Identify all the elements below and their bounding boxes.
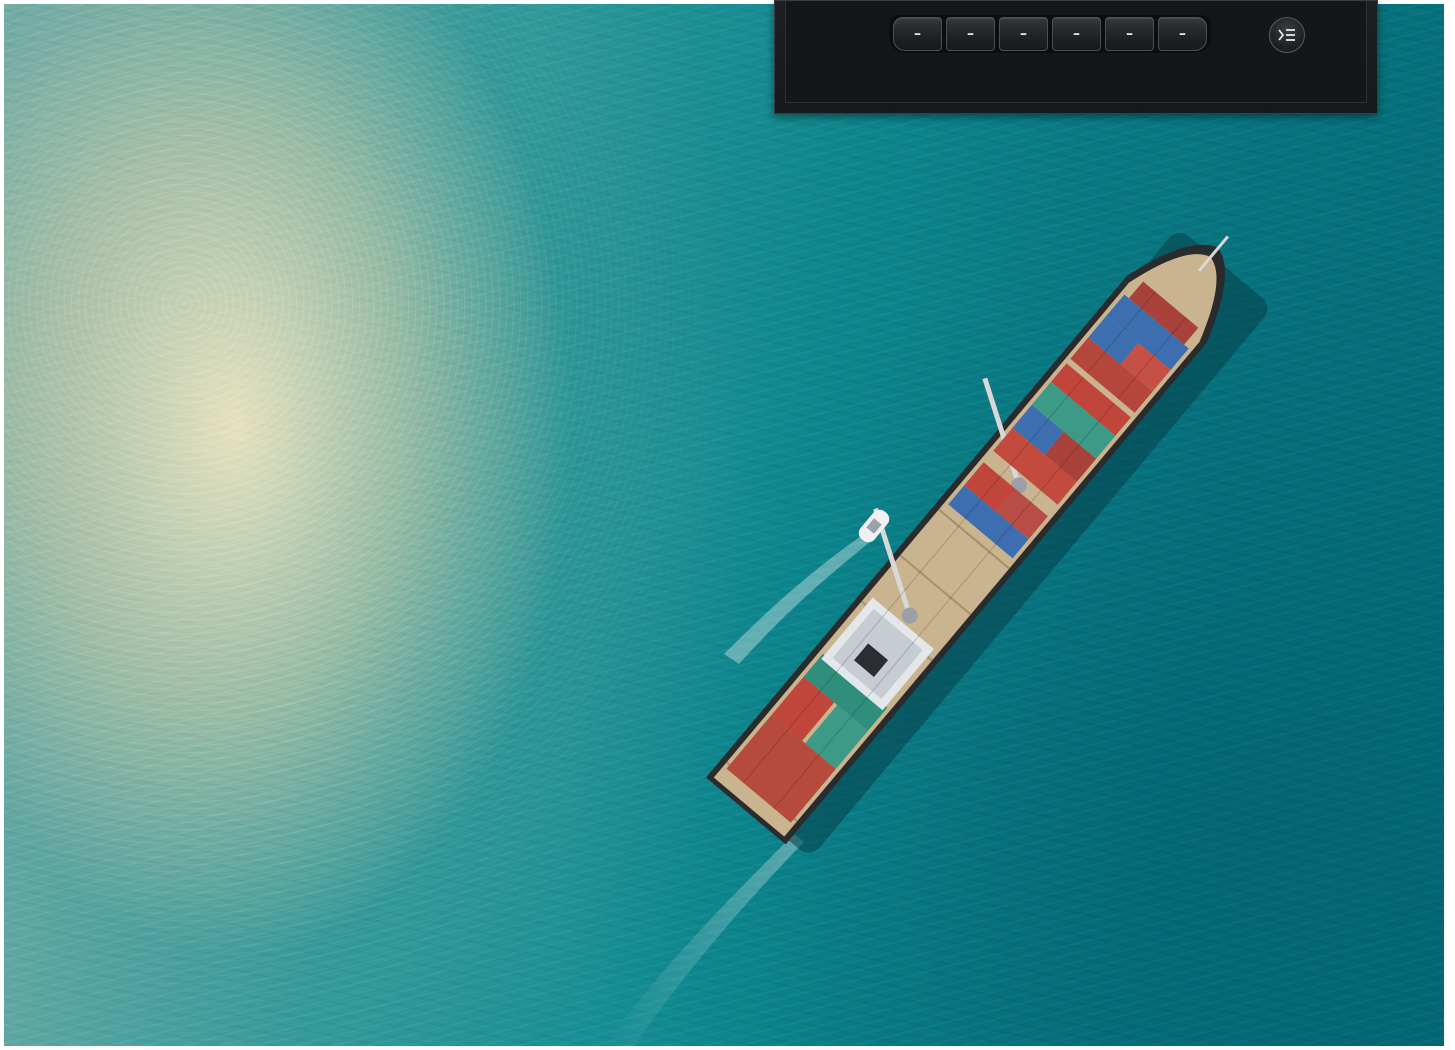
softkey-1[interactable]: –: [893, 17, 942, 51]
softkey-4[interactable]: –: [1052, 17, 1101, 51]
control-panel: – – – – – –: [774, 0, 1378, 114]
menu-list-icon: [1278, 29, 1295, 41]
softkey-5-label: –: [1126, 26, 1133, 42]
ship-wake: [604, 834, 804, 1046]
menu-button[interactable]: [1269, 17, 1305, 53]
softkey-2-label: –: [967, 26, 974, 42]
softkey-3[interactable]: –: [999, 17, 1048, 51]
softkey-3-label: –: [1020, 26, 1027, 42]
softkey-2[interactable]: –: [946, 17, 995, 51]
softkey-1-label: –: [914, 26, 921, 42]
softkey-5[interactable]: –: [1105, 17, 1154, 51]
softkey-6[interactable]: –: [1158, 17, 1207, 51]
softkey-4-label: –: [1073, 26, 1080, 42]
ship-body: [705, 233, 1268, 853]
cargo-ship-photo: [604, 233, 1268, 1046]
softkey-6-label: –: [1179, 26, 1186, 42]
photo-frame: [4, 4, 1444, 1046]
softkey-row: – – – – – –: [889, 15, 1211, 53]
